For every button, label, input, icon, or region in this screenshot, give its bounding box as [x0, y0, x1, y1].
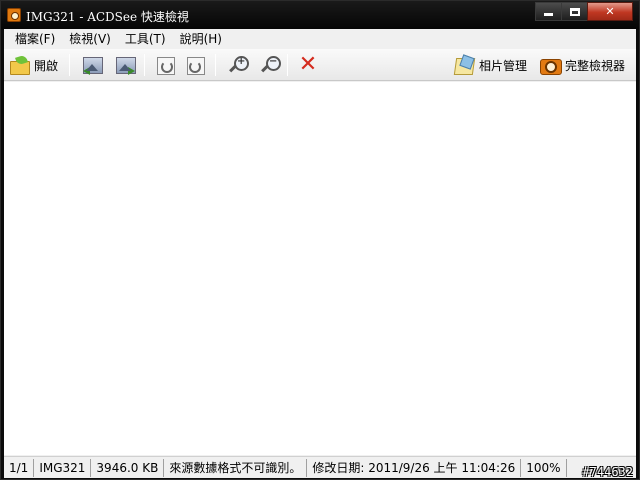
toolbar-separator — [69, 54, 70, 76]
rotate-left-icon — [154, 54, 176, 76]
toolbar-separator — [215, 54, 216, 76]
minimize-icon — [544, 13, 553, 16]
camera-icon — [539, 54, 562, 76]
open-button[interactable]: 開啟 — [8, 52, 58, 78]
full-viewer-label: 完整檢視器 — [565, 58, 626, 73]
status-bar: 1/1 IMG321 3946.0 KB 來源數據格式不可識別。 修改日期: 2… — [4, 456, 636, 478]
zoom-out-icon: − — [258, 54, 281, 76]
status-modified: 修改日期: 2011/9/26 上午 11:04:26 — [307, 458, 522, 477]
minimize-button[interactable] — [535, 2, 562, 21]
full-viewer-button[interactable]: 完整檢視器 — [539, 52, 625, 78]
folder-open-icon — [8, 54, 30, 76]
menu-help[interactable]: 說明(H) — [173, 29, 229, 49]
toolbar-separator — [144, 54, 145, 76]
status-filename: IMG321 — [34, 458, 92, 477]
menu-bar: 檔案(F) 檢視(V) 工具(T) 說明(H) — [4, 29, 636, 49]
zoom-out-button[interactable]: − — [258, 52, 281, 78]
title-bar[interactable]: IMG321 - ACDSee 快速檢視 ✕ — [1, 1, 639, 29]
watermark-text: #744632 — [582, 465, 633, 479]
zoom-in-button[interactable]: + — [226, 52, 249, 78]
maximize-button[interactable] — [561, 2, 588, 21]
menu-file[interactable]: 檔案(F) — [8, 29, 62, 49]
previous-image-icon — [81, 54, 103, 76]
rotate-left-button[interactable] — [154, 52, 176, 78]
photo-manager-label: 相片管理 — [479, 58, 528, 73]
status-position: 1/1 — [4, 458, 35, 477]
status-filesize: 3946.0 KB — [91, 458, 165, 477]
window-controls: ✕ — [535, 2, 633, 22]
open-label: 開啟 — [34, 58, 59, 73]
rotate-right-button[interactable] — [186, 52, 208, 78]
photo-manager-button[interactable]: 相片管理 — [453, 52, 527, 78]
close-icon: ✕ — [605, 5, 615, 18]
close-button[interactable]: ✕ — [587, 2, 633, 21]
rotate-right-icon — [186, 54, 208, 76]
zoom-in-icon: + — [226, 54, 249, 76]
toolbar: 開啟 + − ✕ 相片管理 完整檢視器 — [4, 49, 636, 81]
menu-tools[interactable]: 工具(T) — [118, 29, 173, 49]
maximize-icon — [569, 7, 580, 16]
next-image-button[interactable] — [114, 52, 136, 78]
previous-image-button[interactable] — [81, 52, 103, 78]
menu-view[interactable]: 檢視(V) — [62, 29, 118, 49]
delete-button[interactable]: ✕ — [297, 52, 319, 78]
status-zoom: 100% — [521, 458, 567, 477]
window-title: IMG321 - ACDSee 快速檢視 — [26, 10, 189, 24]
photo-album-icon — [453, 54, 475, 76]
toolbar-separator — [287, 54, 288, 76]
app-icon[interactable] — [7, 8, 21, 22]
client-area: 檔案(F) 檢視(V) 工具(T) 說明(H) 開啟 + − ✕ 相片管理 完整… — [4, 29, 636, 478]
status-message: 來源數據格式不可識別。 — [164, 458, 308, 477]
delete-icon: ✕ — [298, 52, 318, 77]
image-viewer[interactable] — [4, 82, 636, 455]
next-image-icon — [114, 54, 136, 76]
app-window: IMG321 - ACDSee 快速檢視 ✕ 檔案(F) 檢視(V) 工具(T)… — [0, 0, 640, 480]
